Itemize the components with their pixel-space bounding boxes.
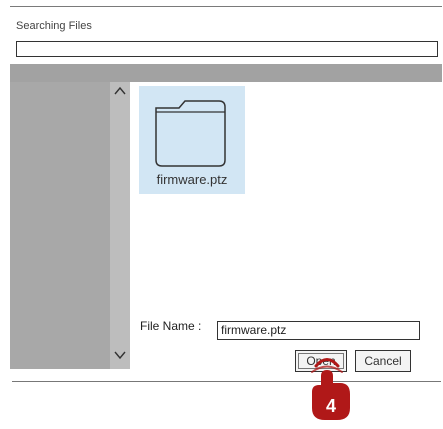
file-name-input[interactable]: firmware.ptz: [217, 321, 420, 340]
step-tap-indicator: 4: [300, 352, 360, 424]
folder-icon: [155, 100, 226, 167]
cancel-button[interactable]: Cancel: [355, 350, 411, 372]
file-item[interactable]: firmware.ptz: [139, 86, 245, 194]
scroll-down-icon[interactable]: [112, 350, 128, 362]
window-title: Searching Files: [16, 20, 92, 32]
dialog-header: [10, 64, 442, 82]
step-number: 4: [325, 396, 336, 416]
file-list-area: firmware.ptz File Name : firmware.ptz Op…: [130, 82, 442, 372]
vertical-scrollbar[interactable]: [110, 82, 130, 369]
file-name-label: firmware.ptz: [156, 172, 228, 187]
bottom-divider: [12, 381, 441, 382]
scroll-up-icon[interactable]: [112, 86, 128, 98]
cancel-button-label: Cancel: [364, 354, 402, 368]
side-panel: [10, 82, 110, 369]
file-dialog: firmware.ptz File Name : firmware.ptz Op…: [10, 64, 442, 372]
file-name-field-label: File Name :: [140, 319, 202, 333]
search-path-field[interactable]: [16, 41, 438, 57]
top-divider: [10, 6, 442, 7]
